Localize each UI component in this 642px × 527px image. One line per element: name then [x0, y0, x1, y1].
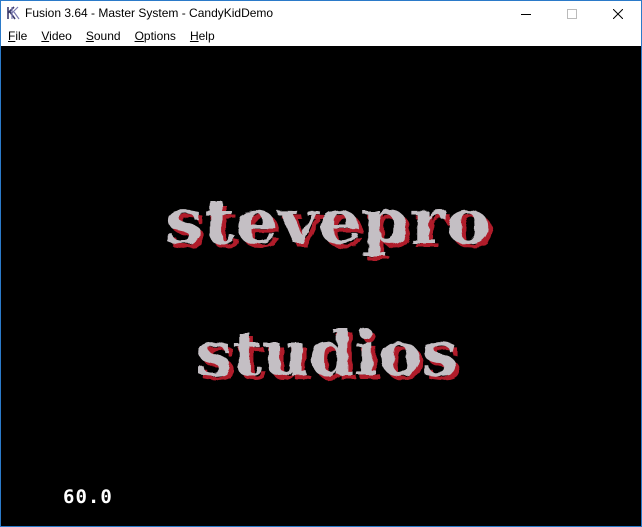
- menu-file[interactable]: File: [1, 27, 34, 46]
- logo-line1: stevepro: [165, 185, 491, 258]
- menu-help[interactable]: Help: [183, 27, 222, 46]
- maximize-button[interactable]: [549, 1, 595, 27]
- minimize-icon: [521, 14, 531, 15]
- menu-bar: File Video Sound Options Help: [1, 27, 641, 46]
- minimize-button[interactable]: [503, 1, 549, 27]
- menu-sound[interactable]: Sound: [79, 27, 128, 46]
- maximize-icon: [567, 9, 577, 19]
- menu-options[interactable]: Options: [128, 27, 183, 46]
- fps-counter: 60.0: [63, 486, 113, 508]
- emulator-window: Fusion 3.64 - Master System - CandyKidDe…: [0, 0, 642, 527]
- game-screen[interactable]: stevepro studios stevepro studios 60.0: [1, 46, 641, 526]
- menu-video[interactable]: Video: [34, 27, 78, 46]
- fusion-k-icon: [6, 6, 20, 20]
- window-title: Fusion 3.64 - Master System - CandyKidDe…: [25, 6, 274, 20]
- logo-line2: studios: [196, 317, 458, 390]
- close-button[interactable]: [595, 1, 641, 27]
- title-bar[interactable]: Fusion 3.64 - Master System - CandyKidDe…: [1, 1, 641, 27]
- stevepro-studios-logo: stevepro studios stevepro studios: [165, 185, 495, 394]
- close-icon: [613, 9, 623, 19]
